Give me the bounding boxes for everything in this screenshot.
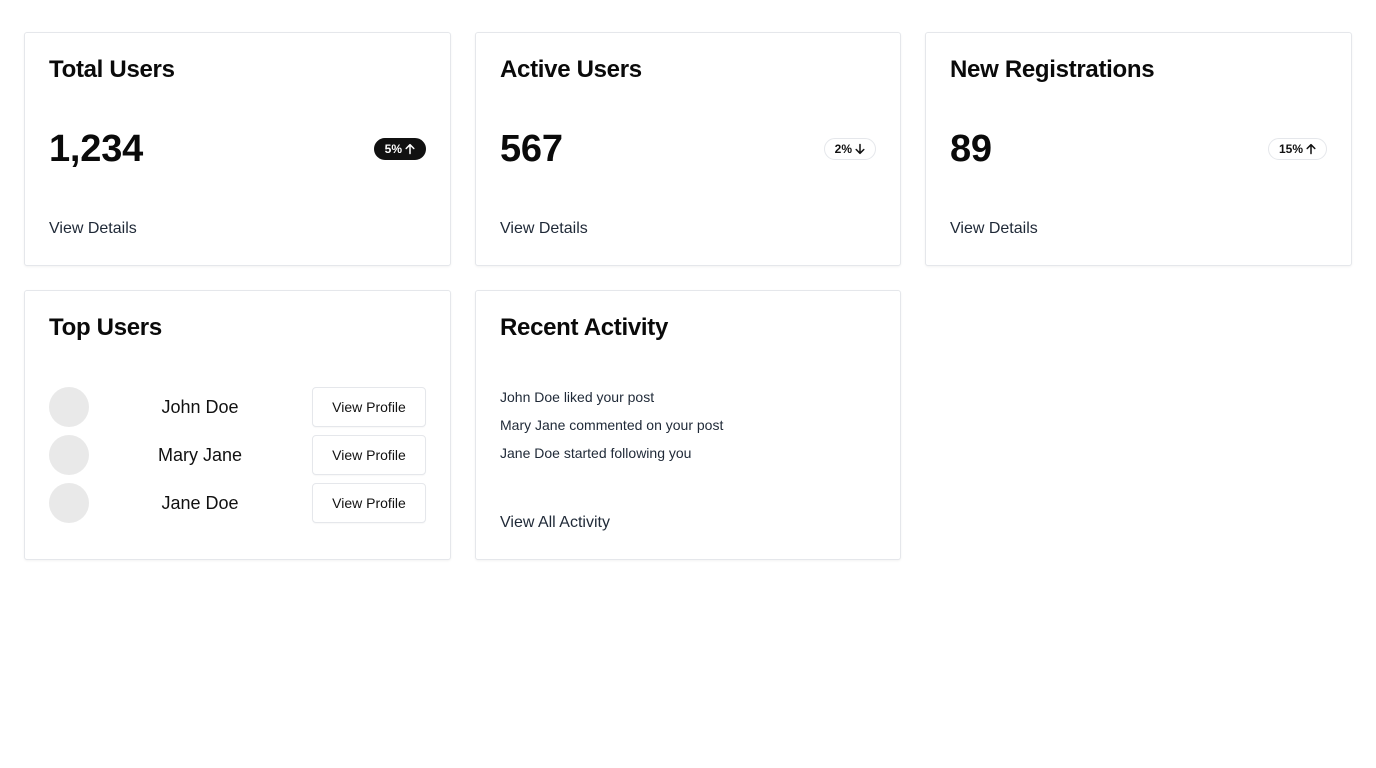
- dashboard-grid: Total Users 1,234 5% View Details Active…: [0, 0, 1376, 768]
- avatar: [49, 435, 89, 475]
- activity-item: John Doe liked your post: [500, 389, 655, 405]
- metric-card-active-users: Active Users 567 2% View Details: [475, 32, 901, 266]
- change-percent: 15%: [1278, 142, 1303, 156]
- metric-value: 1,234: [49, 128, 144, 170]
- top-users-card: Top Users John Doe View Profile Mary Jan…: [24, 290, 451, 560]
- avatar: [49, 483, 89, 523]
- change-percent: 5%: [384, 142, 402, 156]
- change-percent: 2%: [834, 142, 852, 156]
- user-name: Mary Jane: [157, 445, 243, 465]
- metric-value: 567: [500, 128, 563, 170]
- card-title: Active Users: [500, 56, 642, 83]
- user-name: John Doe: [161, 397, 239, 417]
- change-badge: 5%: [373, 138, 426, 160]
- change-badge: 2%: [823, 138, 876, 160]
- activity-item: Mary Jane commented on your post: [500, 417, 724, 433]
- arrow-up-icon: [1306, 143, 1316, 155]
- avatar: [49, 387, 89, 427]
- change-badge: 15%: [1267, 138, 1327, 160]
- user-row: John Doe View Profile: [49, 387, 426, 427]
- view-details-link[interactable]: View Details: [500, 219, 588, 239]
- arrow-up-icon: [405, 143, 415, 155]
- user-name: Jane Doe: [161, 493, 239, 513]
- view-details-link[interactable]: View Details: [49, 219, 137, 239]
- arrow-down-icon: [855, 143, 865, 155]
- card-title: New Registrations: [950, 56, 1155, 83]
- metric-value: 89: [950, 128, 992, 170]
- view-profile-button[interactable]: View Profile: [312, 387, 426, 427]
- user-row: Jane Doe View Profile: [49, 483, 426, 523]
- activity-item: Jane Doe started following you: [500, 445, 692, 461]
- view-all-activity-link[interactable]: View All Activity: [500, 513, 610, 533]
- card-title: Total Users: [49, 56, 175, 83]
- view-details-link[interactable]: View Details: [950, 219, 1038, 239]
- view-profile-button[interactable]: View Profile: [312, 435, 426, 475]
- view-profile-button[interactable]: View Profile: [312, 483, 426, 523]
- user-row: Mary Jane View Profile: [49, 435, 426, 475]
- card-title: Top Users: [49, 314, 162, 341]
- recent-activity-card: Recent Activity John Doe liked your post…: [475, 290, 901, 560]
- metric-card-new-registrations: New Registrations 89 15% View Details: [925, 32, 1352, 266]
- metric-card-total-users: Total Users 1,234 5% View Details: [24, 32, 451, 266]
- card-title: Recent Activity: [500, 314, 669, 341]
